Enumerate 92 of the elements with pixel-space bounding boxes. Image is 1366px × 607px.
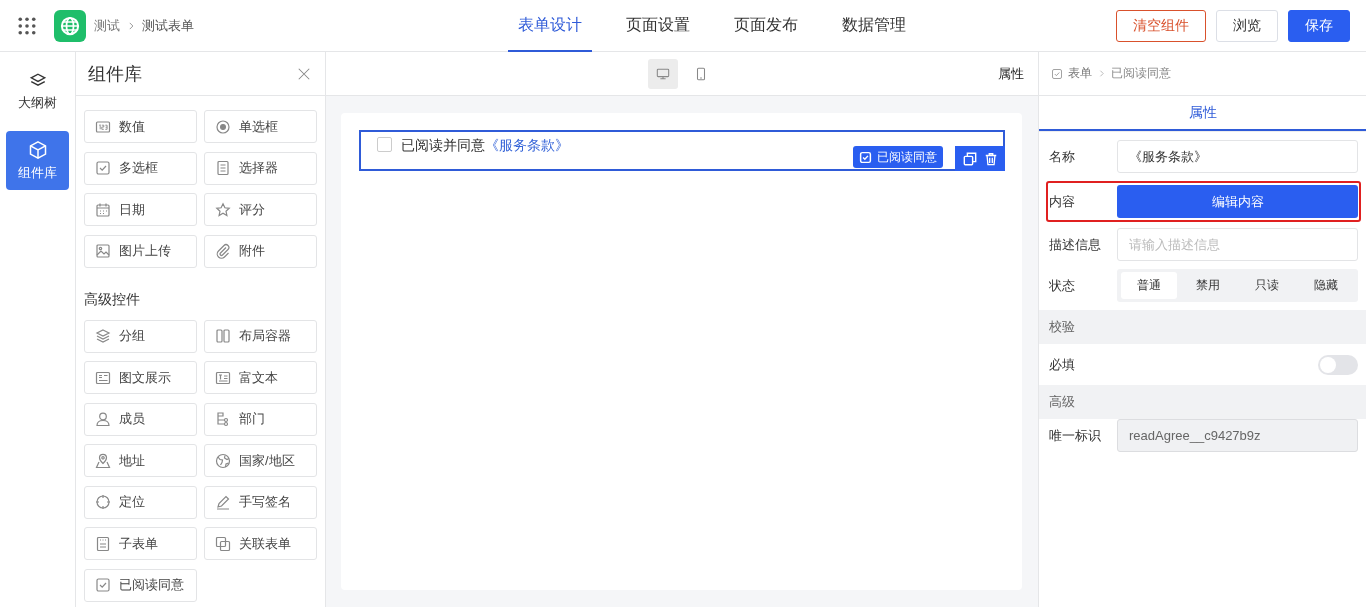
- component-card[interactable]: 定位: [84, 485, 197, 519]
- section-header: 校验: [1039, 310, 1366, 344]
- checkbox-icon: [859, 150, 872, 164]
- field-label: 唯一标识: [1049, 426, 1102, 445]
- component-card[interactable]: 地址: [84, 444, 197, 477]
- text-input[interactable]: 《服务条款》: [1117, 140, 1358, 173]
- columns-icon: [215, 328, 231, 344]
- cube-icon: [27, 139, 48, 160]
- component-card[interactable]: 单选框: [204, 110, 317, 143]
- segment-option[interactable]: 普通: [1121, 272, 1177, 299]
- component-card[interactable]: 部门: [204, 402, 317, 436]
- map-pin-icon: [95, 452, 111, 469]
- mobile-icon: [694, 66, 708, 81]
- nav-tab[interactable]: 页面设置: [616, 0, 700, 52]
- delete-icon: [983, 151, 998, 166]
- layers-icon: [95, 328, 111, 344]
- clear-button[interactable]: 清空组件: [1116, 9, 1206, 42]
- component-card[interactable]: 已阅读同意: [84, 568, 197, 602]
- breadcrumb-link[interactable]: 已阅读同意: [1111, 65, 1171, 82]
- copy-icon: [962, 151, 977, 166]
- panel-tab[interactable]: 属性: [1039, 96, 1366, 131]
- person-icon: [95, 411, 111, 427]
- form-field[interactable]: 已阅读并同意《服务条款》 已阅读同意: [359, 130, 1005, 171]
- calendar-icon: [95, 201, 111, 218]
- field-label: 内容: [1049, 192, 1076, 211]
- component-card[interactable]: 国家/地区: [204, 444, 317, 477]
- field-label: 必填: [1049, 355, 1076, 374]
- checkbox-icon: [95, 577, 111, 593]
- component-card[interactable]: 多选框: [84, 151, 197, 185]
- component-card[interactable]: 附件: [204, 234, 317, 268]
- segment-option[interactable]: 只读: [1239, 272, 1295, 299]
- badge-label: 已阅读同意: [877, 148, 937, 166]
- field-label: 描述信息: [1049, 235, 1102, 254]
- terms-link[interactable]: 《服务条款》: [485, 137, 569, 153]
- checkbox-icon: [1051, 67, 1063, 80]
- component-card[interactable]: 手写签名: [204, 485, 317, 519]
- toggle-switch[interactable]: [1318, 354, 1358, 375]
- field-label: 名称: [1049, 147, 1076, 166]
- breadcrumb-link[interactable]: 表单: [1068, 65, 1092, 82]
- section-header: 高级: [1039, 385, 1366, 419]
- desktop-icon: [656, 66, 670, 81]
- image-icon: [95, 243, 111, 259]
- save-button[interactable]: 保存: [1288, 9, 1350, 42]
- component-card[interactable]: 关联表单: [204, 527, 317, 560]
- list-icon: [215, 160, 231, 176]
- component-card[interactable]: 日期: [84, 193, 197, 226]
- component-card[interactable]: 富文本: [204, 361, 317, 394]
- chevron-right-icon: [126, 20, 136, 31]
- crosshair-icon: [95, 494, 111, 510]
- chevron-right-icon: [1097, 69, 1106, 78]
- agreement-text: 已阅读并同意《服务条款》: [401, 136, 569, 155]
- nav-tab[interactable]: 数据管理: [832, 0, 916, 52]
- text-input[interactable]: 请输入描述信息: [1117, 228, 1358, 261]
- component-card[interactable]: 图文展示: [84, 361, 197, 394]
- component-card[interactable]: 布局容器: [204, 319, 317, 353]
- section-title: 高级控件: [84, 289, 141, 309]
- apps-grid-icon: [18, 16, 36, 35]
- field-label: 状态: [1049, 276, 1076, 295]
- globe-icon: [60, 15, 80, 36]
- component-card[interactable]: 成员: [84, 402, 197, 436]
- copy-icon: [215, 535, 231, 552]
- panel-title: 组件库: [88, 62, 142, 86]
- component-card[interactable]: 选择器: [204, 151, 317, 185]
- component-card[interactable]: 分组: [84, 319, 197, 353]
- star-icon: [215, 201, 231, 218]
- component-card[interactable]: 数值: [84, 110, 197, 143]
- segment-option[interactable]: 禁用: [1180, 272, 1236, 299]
- radio-icon: [215, 118, 231, 135]
- component-card[interactable]: 子表单: [84, 527, 197, 560]
- breadcrumb-link[interactable]: 测试表单: [142, 16, 194, 35]
- org-chart-icon: [215, 411, 231, 427]
- component-card[interactable]: 评分: [204, 193, 317, 226]
- pen-icon: [215, 494, 231, 510]
- table-icon: [95, 535, 111, 552]
- edit-content-button[interactable]: 编辑内容: [1117, 185, 1358, 218]
- card-icon: [95, 369, 111, 386]
- paperclip-icon: [215, 243, 231, 259]
- close-icon: [297, 66, 311, 81]
- checkbox-icon: [95, 160, 111, 176]
- preview-button[interactable]: 浏览: [1216, 9, 1278, 42]
- component-card[interactable]: 图片上传: [84, 234, 197, 268]
- numeric-icon: [95, 118, 111, 135]
- globe-icon: [215, 452, 231, 469]
- breadcrumb-link[interactable]: 测试: [94, 16, 120, 35]
- checkbox[interactable]: [377, 137, 392, 152]
- device-toggle[interactable]: [648, 58, 678, 89]
- panel-label: 属性: [998, 65, 1024, 83]
- rail-tab[interactable]: 组件库: [6, 131, 69, 190]
- segment-option[interactable]: 隐藏: [1298, 272, 1354, 299]
- rail-tab[interactable]: 大纲树: [6, 62, 69, 121]
- nav-tab[interactable]: 页面发布: [724, 0, 808, 52]
- text-doc-icon: [215, 369, 231, 386]
